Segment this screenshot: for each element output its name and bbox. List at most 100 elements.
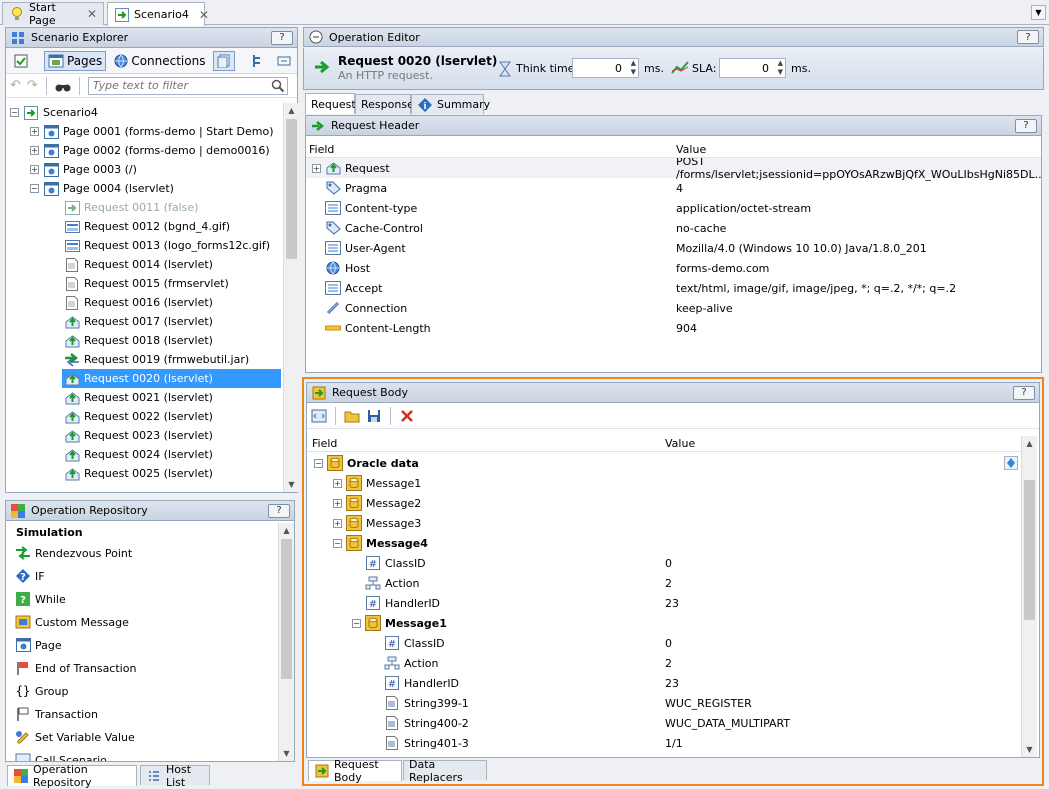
scroll-down-icon[interactable]: ▼ [284, 477, 299, 492]
tree-item[interactable]: Request 0021 (lservlet) [64, 388, 213, 407]
body-row[interactable]: Action 2 [307, 573, 1021, 593]
tree-item[interactable]: + Page 0003 (/) [30, 160, 137, 179]
expander-icon[interactable]: + [333, 518, 342, 528]
tree-item[interactable]: − Page 0004 (lservlet) [30, 179, 174, 198]
tree-item[interactable]: Request 0015 (frmservlet) [64, 274, 229, 293]
tab-data-replacers[interactable]: Data Replacers [403, 758, 487, 784]
header-row[interactable]: Pragma 4 [306, 178, 1041, 198]
body-row[interactable]: − Message4 [307, 533, 1021, 553]
scroll-thumb[interactable] [286, 119, 297, 259]
header-row[interactable]: Accept text/html, image/gif, image/jpeg, … [306, 278, 1041, 298]
operation-item[interactable]: Call Scenario [15, 750, 107, 761]
operation-item[interactable]: Page [15, 635, 62, 655]
repo-scrollbar[interactable]: ▲ ▼ [278, 523, 294, 761]
operation-item[interactable]: Rendezvous Point [15, 543, 132, 563]
tree-item[interactable]: Request 0024 (lservlet) [64, 445, 213, 464]
tree-item[interactable]: Request 0020 (lservlet) [62, 369, 281, 388]
tree-item[interactable]: + Page 0001 (forms-demo | Start Demo) [30, 122, 274, 141]
tab-response[interactable]: Response [355, 94, 414, 114]
tree-item[interactable]: Request 0022 (lservlet) [64, 407, 213, 426]
operation-item[interactable]: ? IF [15, 566, 45, 586]
scroll-up-icon[interactable]: ▲ [279, 523, 294, 538]
tree-item[interactable]: Request 0019 (frmwebutil.jar) [64, 350, 249, 369]
close-icon[interactable]: ✕ [87, 7, 97, 21]
scroll-thumb[interactable] [1024, 480, 1035, 620]
body-row[interactable]: + Message1 [307, 473, 1021, 493]
expander-icon[interactable]: + [30, 127, 39, 136]
tab-list-dropdown[interactable]: ▼ [1031, 5, 1046, 20]
tree-item[interactable]: Request 0025 (lservlet) [64, 464, 213, 483]
binoculars-icon[interactable] [55, 78, 71, 94]
tree-item[interactable]: Request 0017 (lservlet) [64, 312, 213, 331]
tab-scenario4[interactable]: Scenario4 ✕ [107, 2, 209, 26]
help-button[interactable]: ? [1015, 118, 1037, 133]
expander-icon[interactable]: − [352, 618, 361, 628]
expander-icon[interactable]: + [333, 498, 342, 508]
tree-item[interactable]: Request 0016 (lservlet) [64, 293, 213, 312]
tab-request[interactable]: Request [305, 93, 356, 114]
tab-start-page[interactable]: Start Page ✕ [2, 1, 104, 27]
operation-item[interactable]: Custom Message [15, 612, 129, 632]
header-row[interactable]: Connection keep-alive [306, 298, 1041, 318]
column-header-value[interactable]: Value [676, 143, 706, 156]
column-header-field[interactable]: Field [312, 437, 337, 450]
header-row[interactable]: User-Agent Mozilla/4.0 (Windows 10 10.0) … [306, 238, 1041, 258]
operation-item[interactable]: ? While [15, 589, 66, 609]
close-icon[interactable]: ✕ [199, 8, 209, 22]
think-time-input[interactable]: 0 ▲ ▼ [572, 58, 639, 78]
tree-item[interactable]: Request 0012 (bgnd_4.gif) [64, 217, 230, 236]
expander-icon[interactable]: + [312, 163, 321, 173]
connections-toggle-button[interactable]: Connections [110, 51, 209, 71]
tree-item[interactable]: Request 0011 (false) [64, 198, 198, 217]
operation-item[interactable]: Set Variable Value [15, 727, 135, 747]
body-row[interactable]: # ClassID 0 [307, 553, 1021, 573]
search-icon[interactable] [271, 79, 285, 96]
tree-item[interactable]: Request 0018 (lservlet) [64, 331, 213, 350]
body-row[interactable]: # HandlerID 23 [307, 593, 1021, 613]
scroll-up-icon[interactable]: ▲ [1022, 436, 1037, 451]
operation-item[interactable]: Transaction [15, 704, 98, 724]
tab-operation-repository[interactable]: Operation Repository [7, 763, 137, 789]
filter-input[interactable] [88, 77, 269, 94]
column-header-value[interactable]: Value [665, 437, 695, 450]
view-source-icon[interactable] [311, 408, 327, 424]
tab-request-body[interactable]: Request Body [308, 758, 402, 784]
spinner-icon[interactable]: ▲ ▼ [631, 59, 636, 77]
tab-summary[interactable]: i Summary [411, 94, 490, 114]
operation-item[interactable]: End of Transaction [15, 658, 136, 678]
expander-icon[interactable]: + [30, 165, 39, 174]
folder-open-icon[interactable] [344, 408, 360, 424]
expander-icon[interactable]: − [314, 458, 323, 468]
header-row[interactable]: Content-Length 904 [306, 318, 1041, 338]
help-button[interactable]: ? [1013, 385, 1035, 400]
scroll-down-icon[interactable]: ▼ [279, 746, 294, 761]
delete-icon[interactable] [399, 408, 415, 424]
tree-item[interactable]: Request 0023 (lservlet) [64, 426, 213, 445]
tree-item[interactable]: + Page 0002 (forms-demo | demo0016) [30, 141, 270, 160]
body-row[interactable]: + Message3 [307, 513, 1021, 533]
select-all-button[interactable] [10, 51, 32, 71]
body-row[interactable]: − Oracle data [307, 453, 1021, 473]
info-button[interactable] [1004, 456, 1018, 470]
save-icon[interactable] [366, 408, 382, 424]
redo-icon[interactable]: ↷ [27, 78, 38, 93]
header-row[interactable]: + Request POST /forms/lservlet;jsessionid=… [306, 158, 1041, 181]
tree-item[interactable]: Request 0013 (logo_forms12c.gif) [64, 236, 270, 255]
column-header-field[interactable]: Field [309, 143, 334, 156]
help-button[interactable]: ? [271, 30, 293, 45]
body-row[interactable]: + Message2 [307, 493, 1021, 513]
tree-scrollbar[interactable]: ▲ ▼ [283, 103, 298, 492]
body-row[interactable]: − Message1 [307, 613, 1021, 633]
tab-host-list[interactable]: Host List [140, 763, 210, 789]
help-button[interactable]: ? [268, 503, 290, 518]
pages-toggle-button[interactable]: Pages [44, 50, 107, 71]
expander-icon[interactable]: − [333, 538, 342, 548]
body-scrollbar[interactable]: ▲ ▼ [1021, 436, 1037, 757]
tree-item[interactable]: − Scenario4 [10, 103, 98, 122]
body-row[interactable]: String399-1 WUC_REGISTER [307, 693, 1021, 713]
expander-icon[interactable]: − [10, 108, 19, 117]
body-row[interactable]: # HandlerID 23 [307, 673, 1021, 693]
collapse-button[interactable] [273, 51, 295, 71]
undo-icon[interactable]: ↶ [10, 78, 21, 93]
header-row[interactable]: Cache-Control no-cache [306, 218, 1041, 238]
